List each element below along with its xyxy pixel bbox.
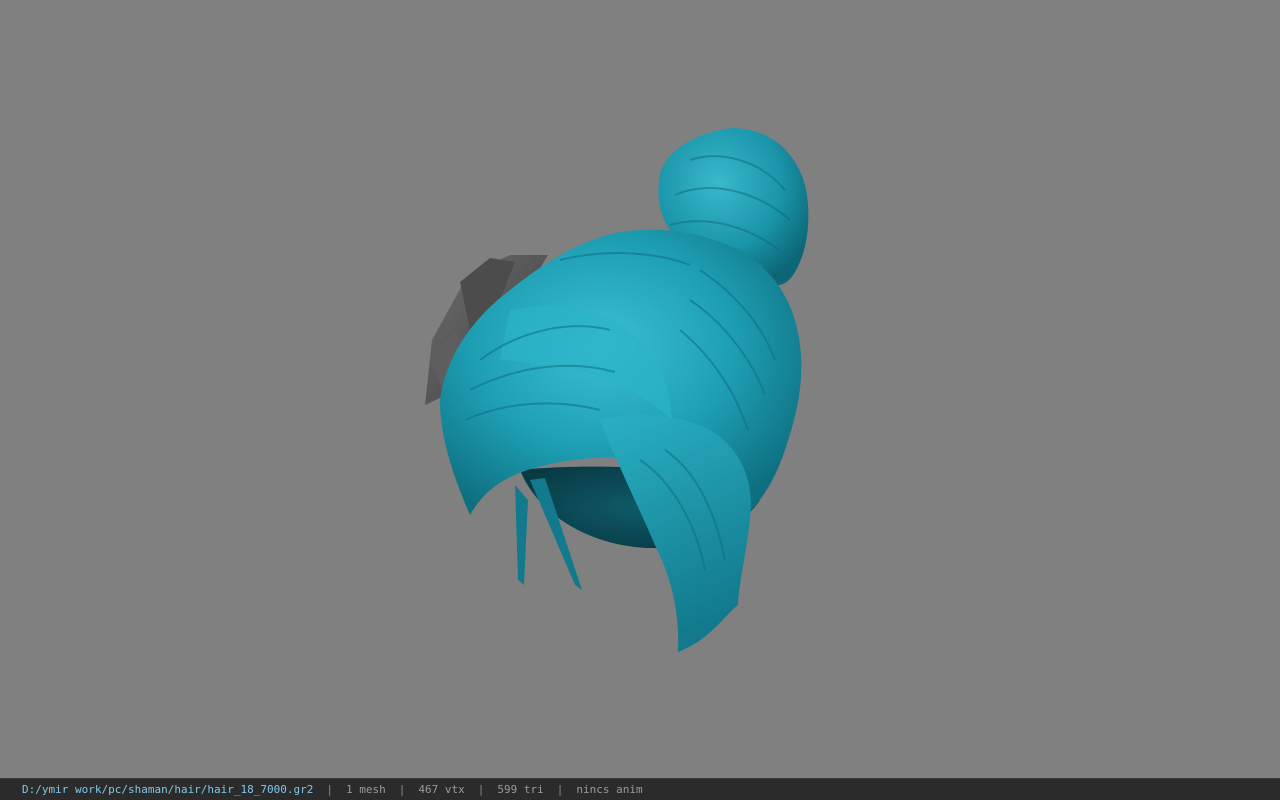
hair-model: [425, 128, 809, 652]
separator: |: [326, 783, 334, 796]
separator: |: [556, 783, 564, 796]
animation-status: nincs anim: [576, 783, 643, 796]
mesh-count: 1 mesh: [346, 783, 386, 796]
separator: |: [477, 783, 485, 796]
separator: |: [398, 783, 406, 796]
triangle-count: 599 tri: [497, 783, 544, 796]
vertex-count: 467 vtx: [418, 783, 465, 796]
status-bar: D:/ymir work/pc/shaman/hair/hair_18_7000…: [0, 778, 1280, 800]
file-path: D:/ymir work/pc/shaman/hair/hair_18_7000…: [22, 783, 314, 796]
3d-viewport[interactable]: [0, 0, 1280, 778]
